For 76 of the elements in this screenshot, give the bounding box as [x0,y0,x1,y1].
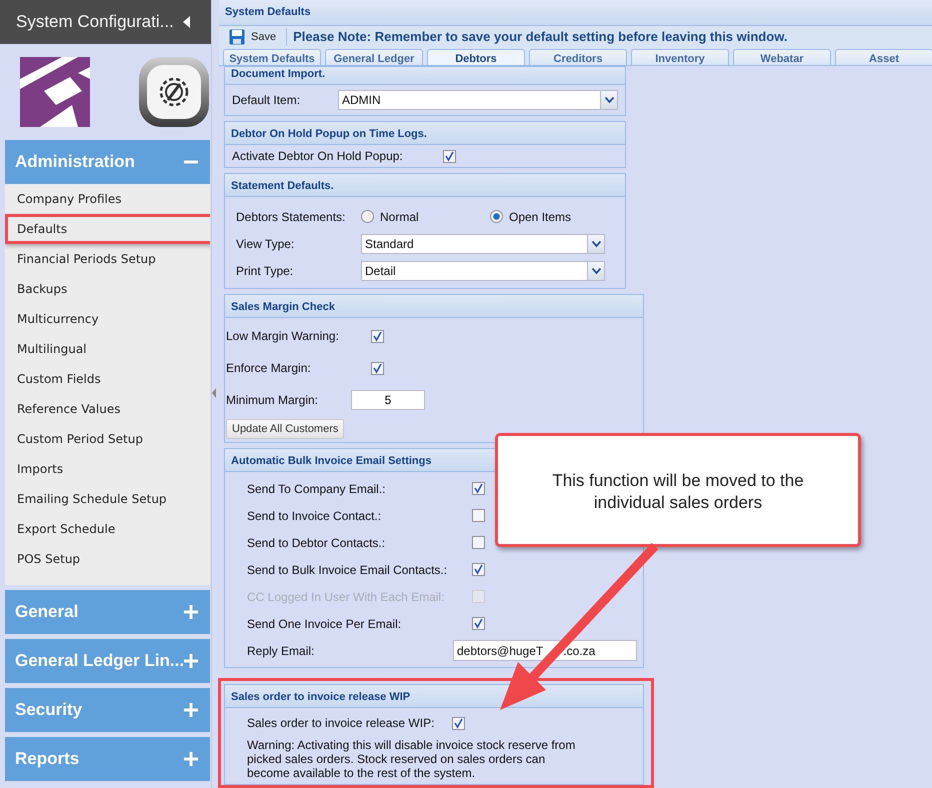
menu-item[interactable]: Backups [5,274,210,304]
tab[interactable]: Inventory [631,49,729,65]
panel-title: Statement Defaults. [225,174,625,197]
update-button[interactable]: Update All Customers [226,419,344,439]
expand-icon[interactable] [184,605,198,619]
radio-button[interactable] [490,210,503,223]
menu-item[interactable]: Multilingual [5,334,210,364]
field-label: Send One Invoice Per Email: [247,616,402,630]
tab[interactable]: System Defaults [223,49,321,65]
tab[interactable]: General Ledger [325,49,423,65]
field-label: Enforce Margin: [226,361,312,375]
field-label: Send to Invoice Contact.: [247,508,382,522]
checkbox[interactable] [472,482,485,495]
notice-text: Please Note: Remember to save your default setting before leaving this window. [293,29,788,44]
checkbox[interactable] [472,617,485,630]
tab[interactable]: Debtors [427,49,525,65]
expand-icon[interactable] [184,654,198,668]
field-label: Print Type: [236,264,294,278]
field-label: View Type: [236,236,296,250]
panel-title: Document Import. [225,67,625,85]
checkbox[interactable] [371,362,384,374]
window-title: System Defaults [219,0,932,26]
field-label: Sales order to invoice release WIP: [247,716,436,730]
radio-button[interactable] [361,210,374,223]
menu-item[interactable]: Export Schedule [5,514,210,544]
checkbox[interactable] [472,563,485,576]
field-label: Low Margin Warning: [226,329,340,343]
dropdown[interactable]: Standard [361,234,605,254]
tab[interactable]: Asset [835,49,932,65]
field-label: Activate Debtor On Hold Popup: [232,149,404,163]
field-label: Send To Company Email.: [247,482,387,496]
checkbox[interactable] [371,330,384,342]
field-label: Default Item: [232,93,302,107]
option-label: Open Items [509,210,572,224]
panel-title: Sales Margin Check [225,295,643,318]
field-label: Send to Debtor Contacts.: [247,536,386,550]
sidebar-title: System Configurati... [16,12,174,32]
save-button[interactable]: Save [225,26,280,47]
checkbox[interactable] [472,536,485,549]
number-field[interactable]: 5 [351,390,425,410]
caret-icon [604,97,614,103]
panel-title: Sales order to invoice release WIP [225,685,643,708]
tab[interactable]: Creditors [529,49,627,65]
menu-item[interactable]: Multicurrency [5,304,210,334]
field-label: Minimum Margin: [226,393,320,407]
menu-item[interactable]: Company Profiles [5,184,210,214]
menu-item[interactable]: Defaults [5,214,210,244]
menu-item[interactable]: Emailing Schedule Setup [5,484,210,514]
logo-icon [20,57,90,127]
checkbox[interactable] [452,716,465,730]
caret-icon [592,240,600,246]
field-label: Reply Email: [247,644,316,658]
field-label: Send to Bulk Invoice Email Contacts.: [247,562,448,576]
option-label: Normal [380,210,419,224]
panel-title: Debtor On Hold Popup on Time Logs. [225,122,625,145]
checkbox[interactable] [443,150,456,162]
expand-icon[interactable] [184,752,198,766]
dropdown[interactable]: ADMIN [338,90,618,110]
email-field[interactable]: debtors@hugeT .co.za [453,640,637,661]
menu-item[interactable]: Imports [5,454,210,484]
dropdown[interactable]: Detail [361,260,605,280]
tab[interactable]: Webatar [733,49,831,65]
menu-item[interactable]: Custom Fields [5,364,210,394]
caret-icon [592,268,600,274]
expand-icon[interactable] [184,703,198,717]
floppy-icon [229,28,245,45]
warning-text: Warning: Activating this will disable invoice stock reserve from picked sales orders. Stock reserved on sales orders can become available to the rest of the system. [247,738,576,780]
collapse-icon[interactable] [183,16,191,28]
menu-item[interactable]: POS Setup [5,544,210,574]
menu-item[interactable]: Custom Period Setup [5,424,210,454]
field-label: CC Logged In User With Each Email: [247,590,446,604]
callout-box: This function will be moved to the individual sales orders [495,433,861,547]
checkbox[interactable] [472,509,485,522]
menu-item[interactable]: Financial Periods Setup [5,244,210,274]
menu-item[interactable]: Reference Values [5,394,210,424]
field-label: Debtors Statements: [236,210,346,224]
